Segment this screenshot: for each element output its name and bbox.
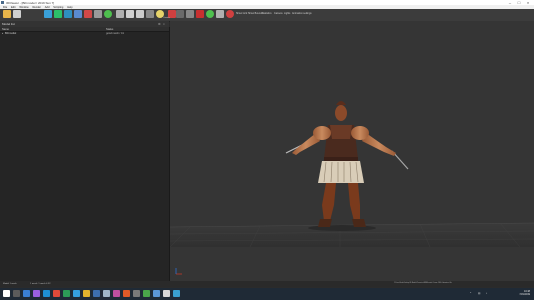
task-view-icon[interactable] bbox=[23, 290, 30, 297]
move-tool-icon[interactable] bbox=[54, 10, 62, 18]
app-icon-9[interactable] bbox=[123, 290, 130, 297]
app-icon-5[interactable] bbox=[73, 290, 80, 297]
camera-button[interactable]: Camera bbox=[274, 12, 283, 15]
network-icon[interactable]: ▤ bbox=[478, 292, 480, 295]
model-list-panel: Name Status ▸ Bill.model good mesh / 41 bbox=[0, 27, 170, 287]
link-icon[interactable] bbox=[116, 10, 124, 18]
column-header-name[interactable]: Name bbox=[2, 28, 9, 31]
start-icon[interactable] bbox=[3, 290, 10, 297]
statistics-button[interactable]: Statistics bbox=[262, 12, 272, 15]
app-icon-3[interactable] bbox=[53, 290, 60, 297]
axis-gizmo bbox=[175, 268, 182, 275]
status-file-path: C:\Users\Stefan\Desktop\3D Models\Charac… bbox=[394, 282, 452, 284]
tray-overflow-icon[interactable]: ^ bbox=[470, 292, 471, 295]
settings-icon[interactable]: ⚙ bbox=[158, 22, 161, 26]
scale-tool-icon[interactable] bbox=[74, 10, 82, 18]
status-left-text-2: 1 mesh: 1 mesh 4.32 bbox=[30, 282, 51, 285]
scene-canvas[interactable] bbox=[170, 21, 534, 287]
texture-icon[interactable] bbox=[146, 10, 154, 18]
stop-icon[interactable] bbox=[196, 10, 204, 18]
volume-icon[interactable]: ♪ bbox=[486, 292, 487, 295]
window-title: 3DViewer - [Bill.model / 2019 Sun 7] bbox=[6, 0, 55, 5]
app-icon-2[interactable] bbox=[43, 290, 50, 297]
app-icon-10[interactable] bbox=[133, 290, 140, 297]
app-icon-8[interactable] bbox=[113, 290, 120, 297]
delete-icon[interactable] bbox=[84, 10, 92, 18]
model-list-label: Model list bbox=[2, 22, 15, 26]
list-item-name: Bill.model bbox=[5, 32, 17, 35]
wireframe-icon[interactable] bbox=[136, 10, 144, 18]
save-icon[interactable] bbox=[13, 10, 21, 18]
app-icon bbox=[1, 1, 4, 4]
expand-arrow-icon[interactable]: ▸ bbox=[2, 32, 3, 35]
status-left-text: Model 1 mesh bbox=[3, 282, 17, 285]
close-panel-icon[interactable]: × bbox=[163, 22, 165, 26]
pointer-icon[interactable] bbox=[94, 10, 102, 18]
list-item-status: good mesh / 41 bbox=[106, 32, 124, 35]
list-item[interactable]: ▸ Bill.model good mesh / 41 bbox=[0, 32, 169, 36]
status-bar: Model 1 mesh 1 mesh: 1 mesh 4.32 C:\User… bbox=[0, 281, 534, 287]
bones-icon[interactable] bbox=[186, 10, 194, 18]
animation-settings-button[interactable]: Animation settings bbox=[292, 12, 312, 15]
clock[interactable]: 10:48 7/21/2019 bbox=[519, 290, 530, 296]
file-explorer-icon[interactable] bbox=[83, 290, 90, 297]
3d-viewport[interactable] bbox=[170, 21, 534, 287]
character-model[interactable] bbox=[285, 101, 409, 231]
play-icon[interactable] bbox=[206, 10, 214, 18]
open-folder-icon[interactable] bbox=[3, 10, 11, 18]
app-icon-12[interactable] bbox=[153, 290, 160, 297]
app-icon-4[interactable] bbox=[63, 290, 70, 297]
globe-icon[interactable] bbox=[104, 10, 112, 18]
app-icon-7[interactable] bbox=[103, 290, 110, 297]
select-tool-icon[interactable] bbox=[44, 10, 52, 18]
camera-reset-icon[interactable] bbox=[226, 10, 234, 18]
center-label: Center bbox=[163, 17, 170, 19]
app-icon-11[interactable] bbox=[143, 290, 150, 297]
clock-date: 7/21/2019 bbox=[519, 292, 530, 296]
app-icon-6[interactable] bbox=[93, 290, 100, 297]
search-icon[interactable] bbox=[13, 290, 20, 297]
grid-icon[interactable] bbox=[176, 10, 184, 18]
show-grid-button[interactable]: Show Grid bbox=[236, 12, 247, 15]
app-icon-13[interactable] bbox=[163, 290, 170, 297]
loop-icon[interactable] bbox=[216, 10, 224, 18]
eye-icon[interactable] bbox=[126, 10, 134, 18]
app-icon-1[interactable] bbox=[33, 290, 40, 297]
column-header-status[interactable]: Status bbox=[106, 28, 113, 31]
taskbar: ^ ▤ ♪ 10:48 7/21/2019 bbox=[0, 288, 534, 300]
rotate-tool-icon[interactable] bbox=[64, 10, 72, 18]
show-bounds-button[interactable]: Show Bounds bbox=[248, 12, 263, 15]
app-icon-14[interactable] bbox=[173, 290, 180, 297]
lights-button[interactable]: Lights bbox=[284, 12, 290, 15]
